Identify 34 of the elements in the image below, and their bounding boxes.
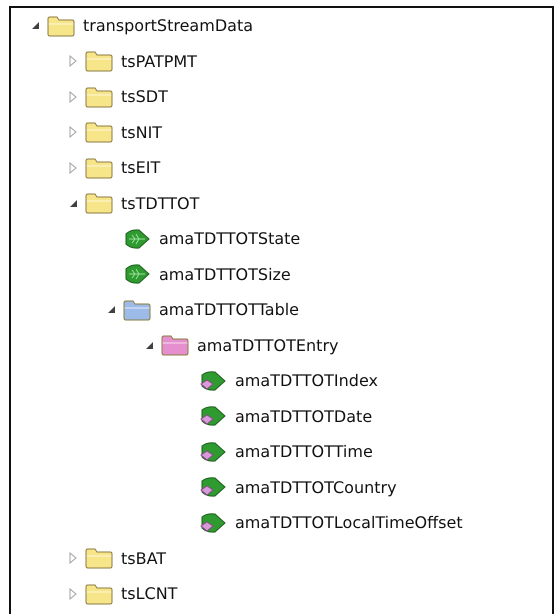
leaf-icon	[199, 440, 227, 463]
expand-arrow-icon[interactable]	[69, 552, 77, 564]
tree-item-label[interactable]: amaTDTTOTState	[159, 229, 300, 248]
expand-arrow-icon[interactable]	[69, 55, 77, 68]
collapse-arrow-icon[interactable]	[30, 21, 40, 30]
leaf-icon	[123, 228, 151, 250]
collapse-arrow-icon[interactable]	[68, 198, 78, 208]
leaf-icon	[199, 405, 227, 428]
expand-arrow-icon[interactable]	[69, 588, 77, 600]
tree-item-label[interactable]: tsSDT	[121, 87, 168, 106]
leaf-icon	[123, 263, 151, 286]
tree-item-label[interactable]: amaTDTTOTTable	[159, 300, 300, 320]
tree-item-label[interactable]: amaTDTTOTIndex	[235, 371, 378, 390]
leaf-icon	[199, 370, 227, 392]
expand-arrow-icon[interactable]	[69, 90, 77, 103]
tree-item-label[interactable]: tsEIT	[121, 158, 160, 178]
expand-arrow-icon[interactable]	[69, 162, 77, 174]
tree-item-label[interactable]: tsPATPMT	[121, 52, 197, 71]
tree-item-label[interactable]: amaTDTTOTDate	[235, 406, 372, 426]
collapse-arrow-icon[interactable]	[144, 340, 154, 350]
tree-item-label[interactable]: amaTDTTOTLocalTimeOffset	[235, 513, 463, 532]
tree-item-label[interactable]: tsLCNT	[121, 584, 178, 604]
tree-item-label[interactable]: tsBAT	[121, 548, 166, 568]
tree-item-label[interactable]: tsTDTTOT	[121, 194, 200, 213]
tree-item-label[interactable]: amaTDTTOTTime	[235, 442, 373, 462]
tree-item-label[interactable]: amaTDTTOTSize	[159, 264, 291, 284]
tree-item-label[interactable]: amaTDTTOTCountry	[235, 478, 397, 497]
tree-item-label[interactable]: tsNIT	[121, 122, 162, 142]
leaf-icon	[199, 476, 227, 498]
tree-item-label[interactable]: amaTDTTOTEntry	[197, 336, 338, 355]
leaf-icon	[199, 512, 227, 534]
tree-item-label[interactable]: transportStreamData	[83, 16, 254, 36]
collapse-arrow-icon[interactable]	[106, 305, 116, 314]
expand-arrow-icon[interactable]	[69, 126, 77, 138]
